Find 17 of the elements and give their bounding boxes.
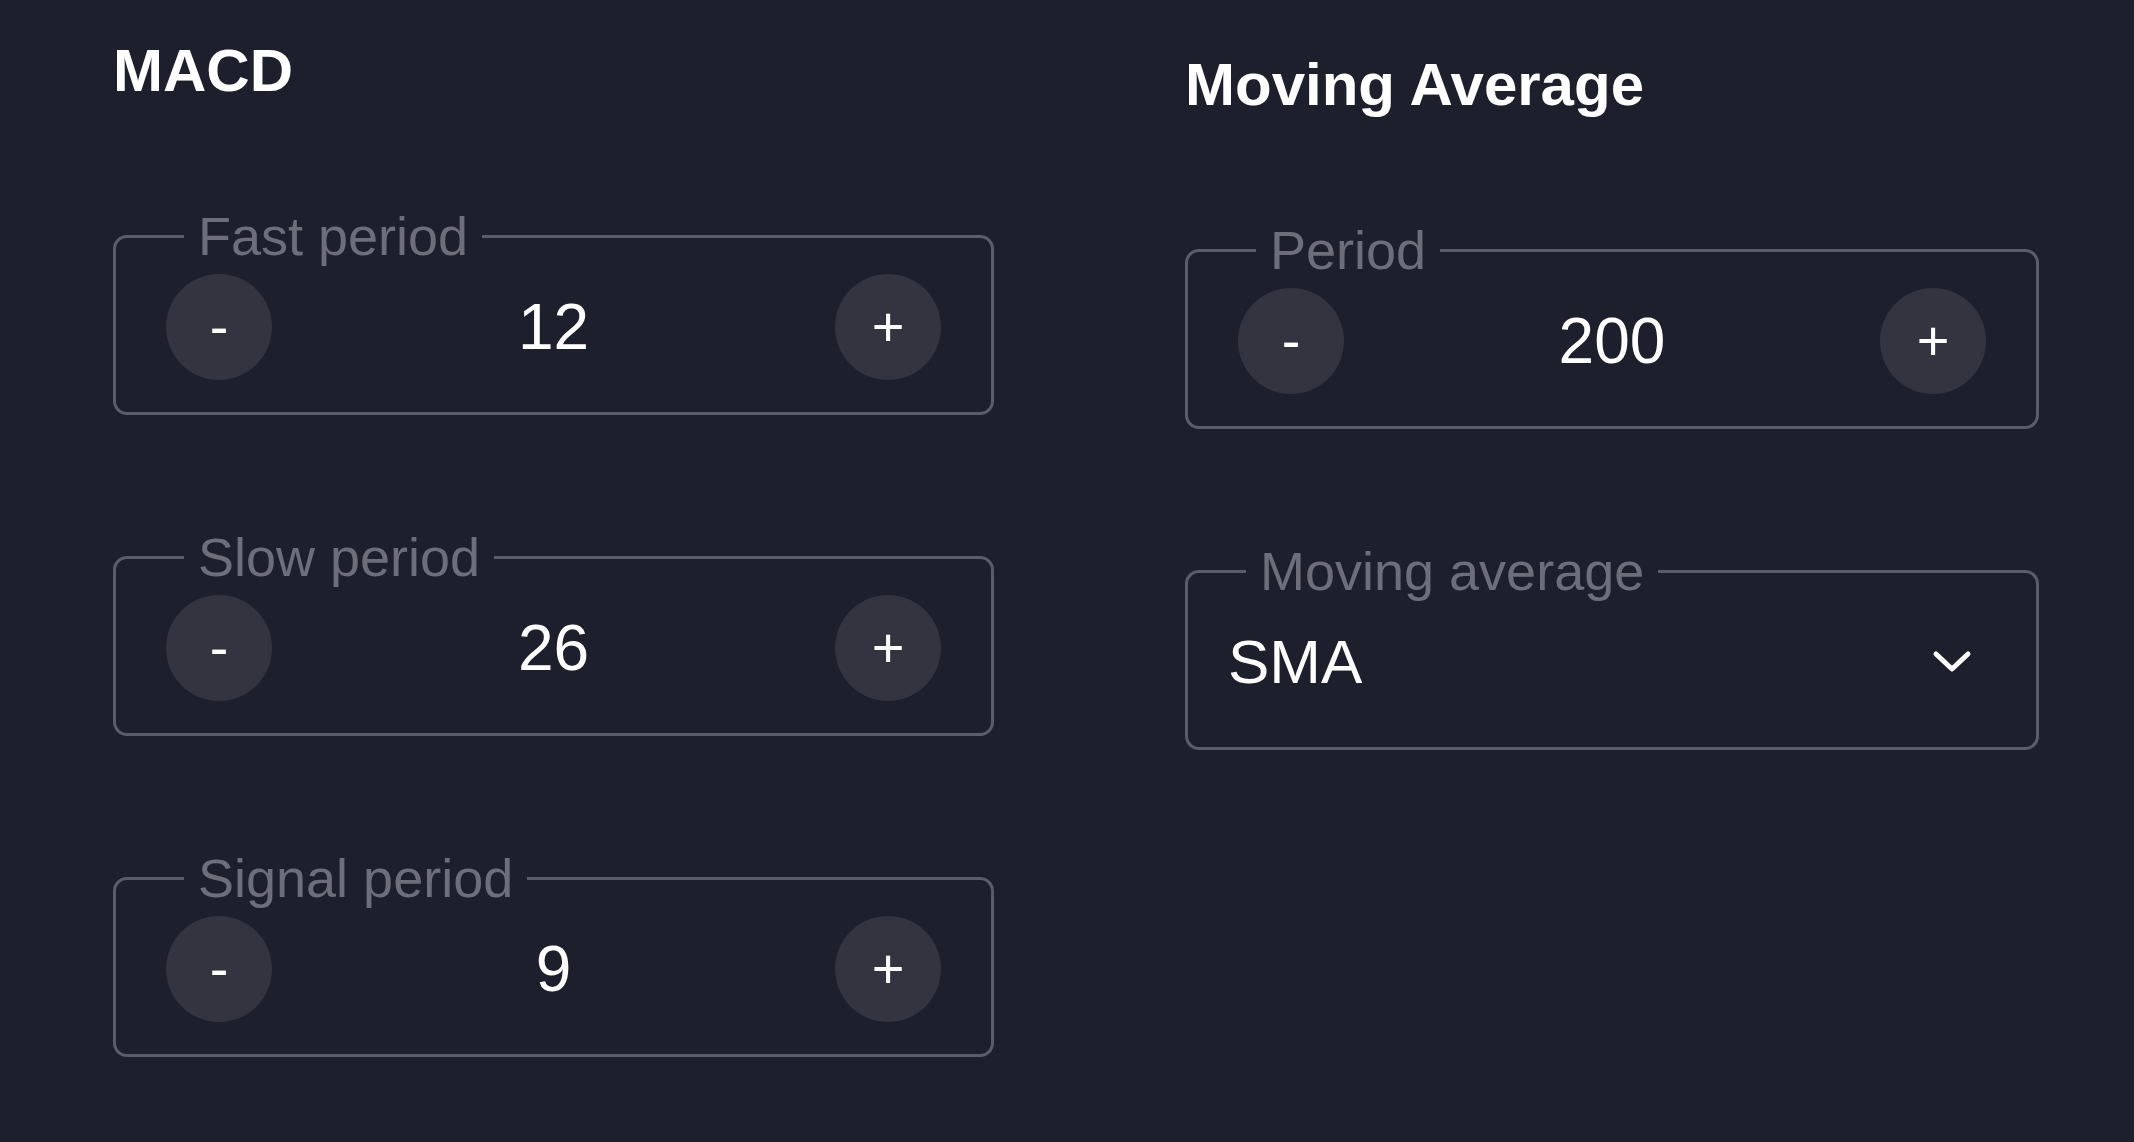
chevron-down-icon: [1932, 649, 1972, 674]
selected-value: SMA: [1228, 626, 1364, 697]
increment-button[interactable]: +: [835, 594, 941, 701]
decrement-button[interactable]: -: [166, 915, 272, 1022]
field-value: 200: [1557, 303, 1667, 378]
field-value: 9: [534, 931, 573, 1006]
field-label: Period: [1269, 223, 1428, 277]
increment-button[interactable]: +: [1880, 287, 1986, 394]
increment-button[interactable]: +: [835, 273, 941, 380]
decrement-button[interactable]: -: [1238, 287, 1344, 394]
field-value: 26: [516, 610, 591, 685]
section-title: Moving Average: [1185, 50, 1645, 120]
field-value: 12: [516, 289, 591, 364]
section-title: MACD: [113, 36, 294, 106]
increment-button[interactable]: +: [835, 915, 941, 1022]
decrement-button[interactable]: -: [166, 594, 272, 701]
decrement-button[interactable]: -: [166, 273, 272, 380]
